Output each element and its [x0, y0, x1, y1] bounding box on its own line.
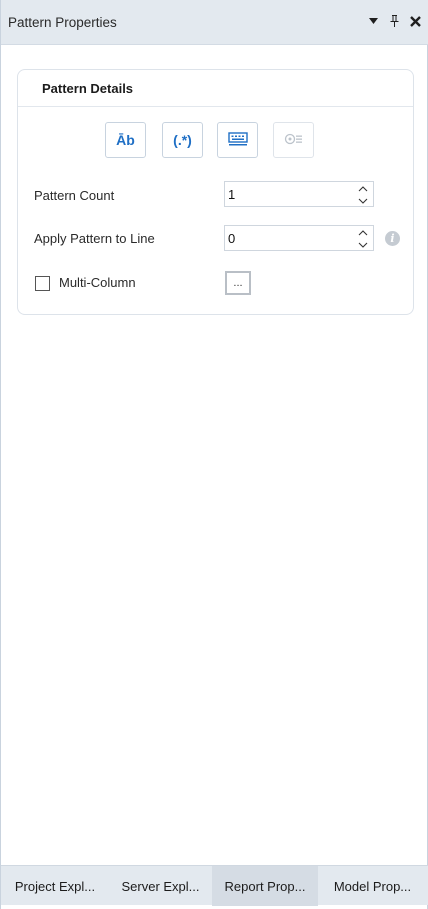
- pattern-properties-panel: Pattern Properties Pattern Details Āb (.…: [0, 0, 428, 909]
- info-icon[interactable]: i: [385, 231, 400, 246]
- text-pattern-button[interactable]: Āb: [105, 122, 146, 158]
- tab-server-explorer[interactable]: Server Expl...: [109, 866, 212, 906]
- card-header: Pattern Details: [18, 70, 413, 107]
- decrement-icon[interactable]: [357, 240, 369, 249]
- panel-title: Pattern Properties: [8, 15, 117, 30]
- regex-pattern-button[interactable]: (.*): [162, 122, 203, 158]
- close-icon[interactable]: [409, 14, 421, 28]
- panel-titlebar: Pattern Properties: [1, 0, 428, 45]
- keyboard-icon: [227, 131, 248, 149]
- multi-column-settings-button[interactable]: ...: [225, 271, 251, 295]
- titlebar-controls: [367, 14, 421, 28]
- tab-project-explorer[interactable]: Project Expl...: [1, 866, 109, 906]
- text-icon: Āb: [116, 132, 135, 148]
- pattern-count-label: Pattern Count: [34, 188, 115, 203]
- apply-pattern-to-line-label: Apply Pattern to Line: [34, 231, 155, 246]
- stepper-arrows: [356, 228, 370, 249]
- pin-icon[interactable]: [388, 14, 400, 28]
- apply-pattern-to-line-value[interactable]: 0: [228, 231, 235, 246]
- increment-icon[interactable]: [357, 184, 369, 193]
- increment-icon[interactable]: [357, 228, 369, 237]
- keyboard-pattern-button[interactable]: [217, 122, 258, 158]
- pattern-details-card: Pattern Details Āb (.*) Pattern Count 1 …: [17, 69, 414, 315]
- multi-column-label: Multi-Column: [59, 275, 136, 290]
- dropdown-arrow-icon[interactable]: [367, 14, 379, 28]
- pattern-count-stepper[interactable]: 1: [224, 181, 374, 207]
- card-title: Pattern Details: [42, 81, 134, 96]
- apply-pattern-to-line-stepper[interactable]: 0: [224, 225, 374, 251]
- bottom-tab-bar: Project Expl... Server Expl... Report Pr…: [1, 865, 428, 906]
- stepper-arrows: [356, 184, 370, 205]
- multi-column-checkbox[interactable]: [35, 276, 50, 291]
- tab-model-properties[interactable]: Model Prop...: [318, 866, 427, 906]
- tab-report-properties[interactable]: Report Prop...: [212, 866, 318, 906]
- decrement-icon[interactable]: [357, 196, 369, 205]
- pattern-toolbar: Āb (.*): [18, 122, 413, 158]
- pattern-count-value[interactable]: 1: [228, 187, 235, 202]
- pattern-list-button[interactable]: [273, 122, 314, 158]
- regex-icon: (.*): [173, 132, 192, 148]
- pattern-list-icon: [284, 133, 304, 148]
